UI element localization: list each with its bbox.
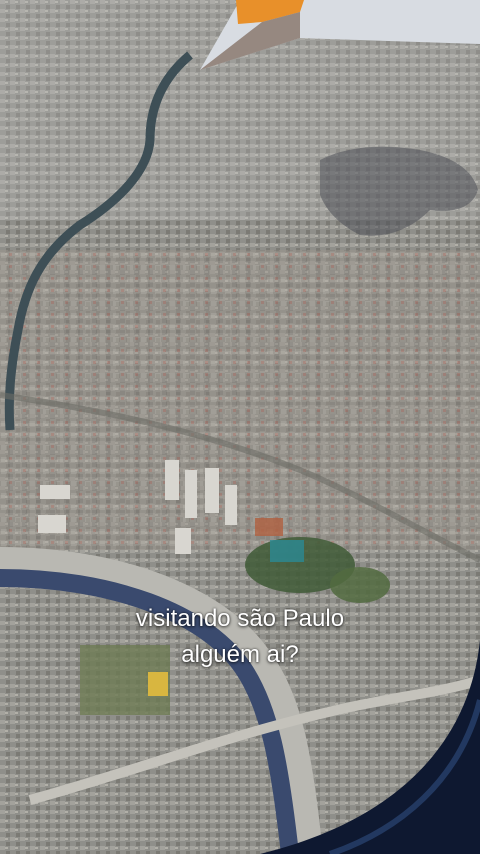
park-2: [330, 567, 390, 603]
story-caption-line-1: visitando são Paulo: [135, 605, 345, 632]
red-roofs: [255, 518, 283, 536]
aerial-photo: [0, 0, 480, 854]
story-caption-line-2: alguém ai?: [181, 641, 299, 668]
yellow-buildings: [148, 672, 168, 696]
city-texture-mid: [0, 250, 480, 550]
sports-field: [270, 540, 304, 562]
